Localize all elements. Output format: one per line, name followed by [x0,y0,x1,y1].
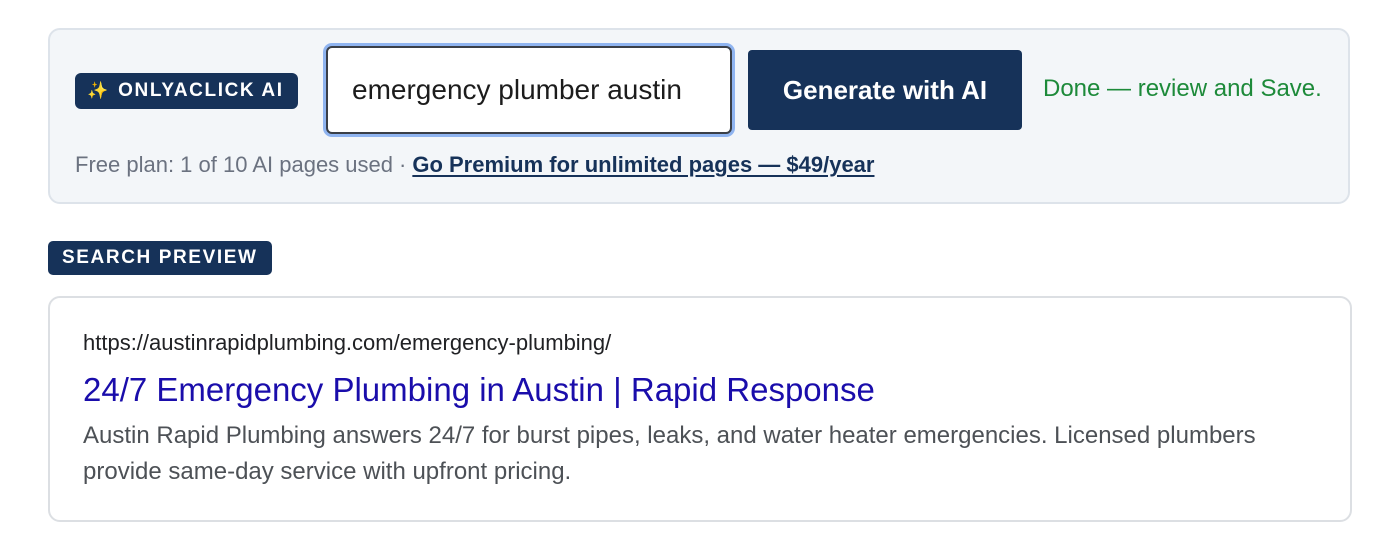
generation-status-text: Done — review and Save. [1043,75,1322,102]
search-preview-label: SEARCH PREVIEW [48,241,272,275]
keyword-input[interactable] [326,46,732,134]
go-premium-link[interactable]: Go Premium for unlimited pages — $49/yea… [412,152,874,177]
sparkle-icon: ✨ [87,81,109,100]
serp-title-link[interactable]: 24/7 Emergency Plumbing in Austin | Rapi… [83,370,875,410]
serp-snippet: Austin Rapid Plumbing answers 24/7 for b… [83,422,1256,485]
brand-label: ONLYACLICK AI [118,80,284,101]
ai-generator-panel: ✨ ONLYACLICK AI Generate with AI Done — … [48,28,1350,204]
plan-separator: · [399,152,407,177]
generate-with-ai-button[interactable]: Generate with AI [748,50,1022,130]
brand-badge: ✨ ONLYACLICK AI [75,73,298,109]
serp-url: https://austinrapidplumbing.com/emergenc… [83,330,612,355]
plan-usage-text: Free plan: 1 of 10 AI pages used [75,152,394,177]
search-preview-card: https://austinrapidplumbing.com/emergenc… [48,296,1352,522]
plan-usage-line: Free plan: 1 of 10 AI pages used · Go Prem… [75,152,874,178]
